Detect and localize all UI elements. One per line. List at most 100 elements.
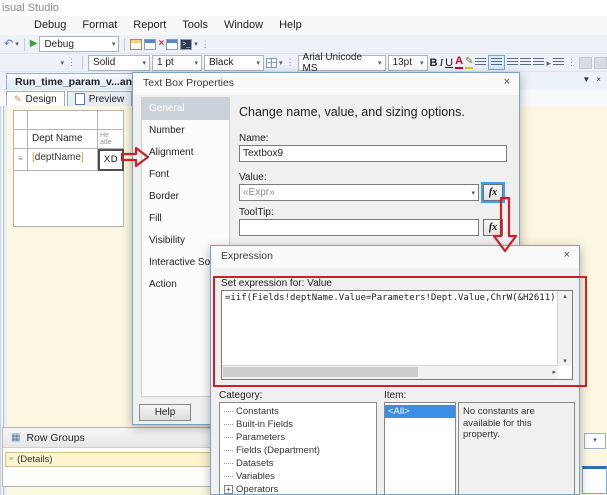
row-groups-label: Row Groups [26, 431, 85, 444]
redo-icon[interactable]: ↶ [4, 37, 13, 51]
tree-line [224, 450, 233, 451]
nav-item-number[interactable]: Number [142, 120, 229, 142]
design-icon: ✎ [14, 93, 22, 104]
category-tree: Constants Built-in Fields Parameters Fie… [219, 402, 377, 494]
tab-scroll-icon[interactable]: ▼ [582, 75, 590, 84]
menu-format[interactable]: Format [74, 16, 125, 35]
run-config-combo[interactable]: Debug ▾ [39, 36, 120, 52]
group-handle-icon: ≡ [9, 456, 14, 463]
category-variables[interactable]: Variables [224, 470, 376, 483]
toolbar-overflow-icon[interactable]: ⋮ [286, 57, 295, 68]
value-label: Value: [239, 172, 267, 183]
tree-line [224, 437, 233, 438]
help-button[interactable]: Help [139, 404, 191, 421]
borders-icon[interactable] [266, 57, 278, 68]
formatting-toolbar: ▾ ⋮ Solid ▾ 1 pt ▾ Black ▾ ▾ ⋮ Arial Uni… [0, 52, 607, 74]
chevron-down-icon: ▾ [194, 59, 199, 67]
menu-window[interactable]: Window [216, 16, 271, 35]
visual-studio-window: isual Studio Debug Format Report Tools W… [0, 0, 607, 495]
dialog-title: Expression [221, 250, 273, 262]
align-center-icon [491, 58, 503, 67]
align-left-button[interactable] [475, 58, 487, 67]
category-built-in-fields[interactable]: Built-in Fields [224, 418, 376, 431]
border-style-combo[interactable]: Solid ▾ [88, 54, 151, 71]
bullet-list-button[interactable] [533, 58, 545, 67]
tooltip-input[interactable] [239, 219, 479, 236]
preview-icon [74, 93, 85, 105]
solution-explorer-icon[interactable] [130, 38, 143, 50]
rotated-header-line: He [100, 132, 109, 139]
properties-window-icon[interactable] [144, 38, 157, 50]
chevron-down-icon[interactable]: ▾ [194, 40, 198, 48]
chevron-down-icon: ▾ [256, 59, 261, 67]
border-color-combo[interactable]: Black ▾ [204, 54, 265, 71]
category-fields-department[interactable]: Fields (Department) [224, 444, 376, 457]
nav-item-general[interactable]: General [142, 98, 229, 120]
italic-button[interactable]: I [440, 56, 444, 70]
toolbar-overflow-icon[interactable]: ⋮ [201, 39, 210, 50]
details-group-label: (Details) [17, 454, 53, 465]
menu-report[interactable]: Report [125, 16, 174, 35]
tab-close-icon[interactable]: × [596, 75, 601, 84]
dialog-titlebar: Expression × [211, 246, 579, 268]
name-input[interactable]: Textbox9 [239, 145, 507, 162]
menu-help[interactable]: Help [271, 16, 310, 35]
command-window-icon[interactable]: >_ [180, 38, 193, 50]
redo-dropdown-icon[interactable]: ▾ [15, 40, 19, 48]
chevron-down-icon: ▾ [378, 59, 382, 67]
close-icon[interactable]: × [564, 249, 570, 261]
increase-indent-button[interactable] [553, 58, 564, 67]
chevron-down-icon: ▾ [142, 59, 147, 67]
tree-line [224, 463, 233, 464]
name-label: Name: [239, 133, 269, 144]
category-parameters[interactable]: Parameters [224, 431, 376, 444]
chevron-down-icon: ▾ [111, 41, 116, 48]
row-handle[interactable] [14, 130, 28, 149]
nav-item-alignment[interactable]: Alignment [142, 142, 229, 164]
tab-preview[interactable]: Preview [66, 91, 133, 106]
align-center-button[interactable] [488, 55, 506, 70]
field-cell[interactable]: [deptName] [28, 149, 98, 171]
column-handle[interactable] [98, 111, 124, 130]
options-icon[interactable]: × [158, 38, 164, 50]
chevron-down-icon[interactable]: ▾ [61, 59, 65, 67]
menu-debug[interactable]: Debug [26, 16, 74, 35]
header-cell[interactable]: Dept Name [28, 130, 98, 149]
underline-button[interactable]: U [445, 56, 453, 70]
font-size-combo[interactable]: 13pt ▾ [387, 54, 428, 71]
category-operators[interactable]: + Operators [224, 483, 376, 494]
font-name-combo[interactable]: Arial Unicode MS ▾ [297, 52, 386, 74]
category-constants[interactable]: Constants [224, 405, 376, 418]
chevron-down-icon[interactable]: ▾ [279, 59, 283, 67]
numbered-list-button[interactable] [520, 58, 532, 67]
chevron-down-icon: ▾ [471, 189, 475, 197]
tab-strip-controls: ▼ × [582, 75, 601, 84]
decrease-indent-button[interactable]: ▸ [546, 56, 551, 70]
add-item-icon[interactable] [166, 38, 179, 50]
menu-bar: Debug Format Report Tools Window Help [0, 16, 607, 35]
item-all-selected[interactable]: <All> [385, 405, 455, 418]
expand-icon[interactable]: + [224, 485, 233, 494]
close-icon[interactable]: × [504, 76, 510, 88]
menu-tools[interactable]: Tools [174, 16, 216, 35]
column-handle[interactable] [14, 111, 28, 130]
run-button[interactable]: ▶ [30, 37, 38, 51]
rotated-header-line: ade [100, 139, 112, 146]
align-right-button[interactable] [507, 58, 519, 67]
highlight-button[interactable]: ✎ [465, 56, 474, 69]
border-width-combo[interactable]: 1 pt ▾ [152, 54, 203, 71]
nav-item-border[interactable]: Border [142, 186, 229, 208]
nav-item-fill[interactable]: Fill [142, 208, 229, 230]
toolbar-overflow-icon[interactable]: ⋮ [567, 57, 576, 68]
annotation-rectangle [213, 276, 587, 387]
font-color-button[interactable]: A [455, 56, 464, 69]
row-handle-icon[interactable]: ≡ [14, 149, 28, 171]
category-datasets[interactable]: Datasets [224, 457, 376, 470]
toolbar-separator [82, 56, 84, 69]
toolbar-overflow-icon[interactable]: ⋮ [67, 57, 76, 68]
nav-item-font[interactable]: Font [142, 164, 229, 186]
tab-design[interactable]: ✎ Design [6, 91, 65, 106]
bold-button[interactable]: B [430, 56, 438, 70]
value-combo[interactable]: «Expr» ▾ [239, 184, 479, 201]
column-handle[interactable] [28, 111, 98, 130]
